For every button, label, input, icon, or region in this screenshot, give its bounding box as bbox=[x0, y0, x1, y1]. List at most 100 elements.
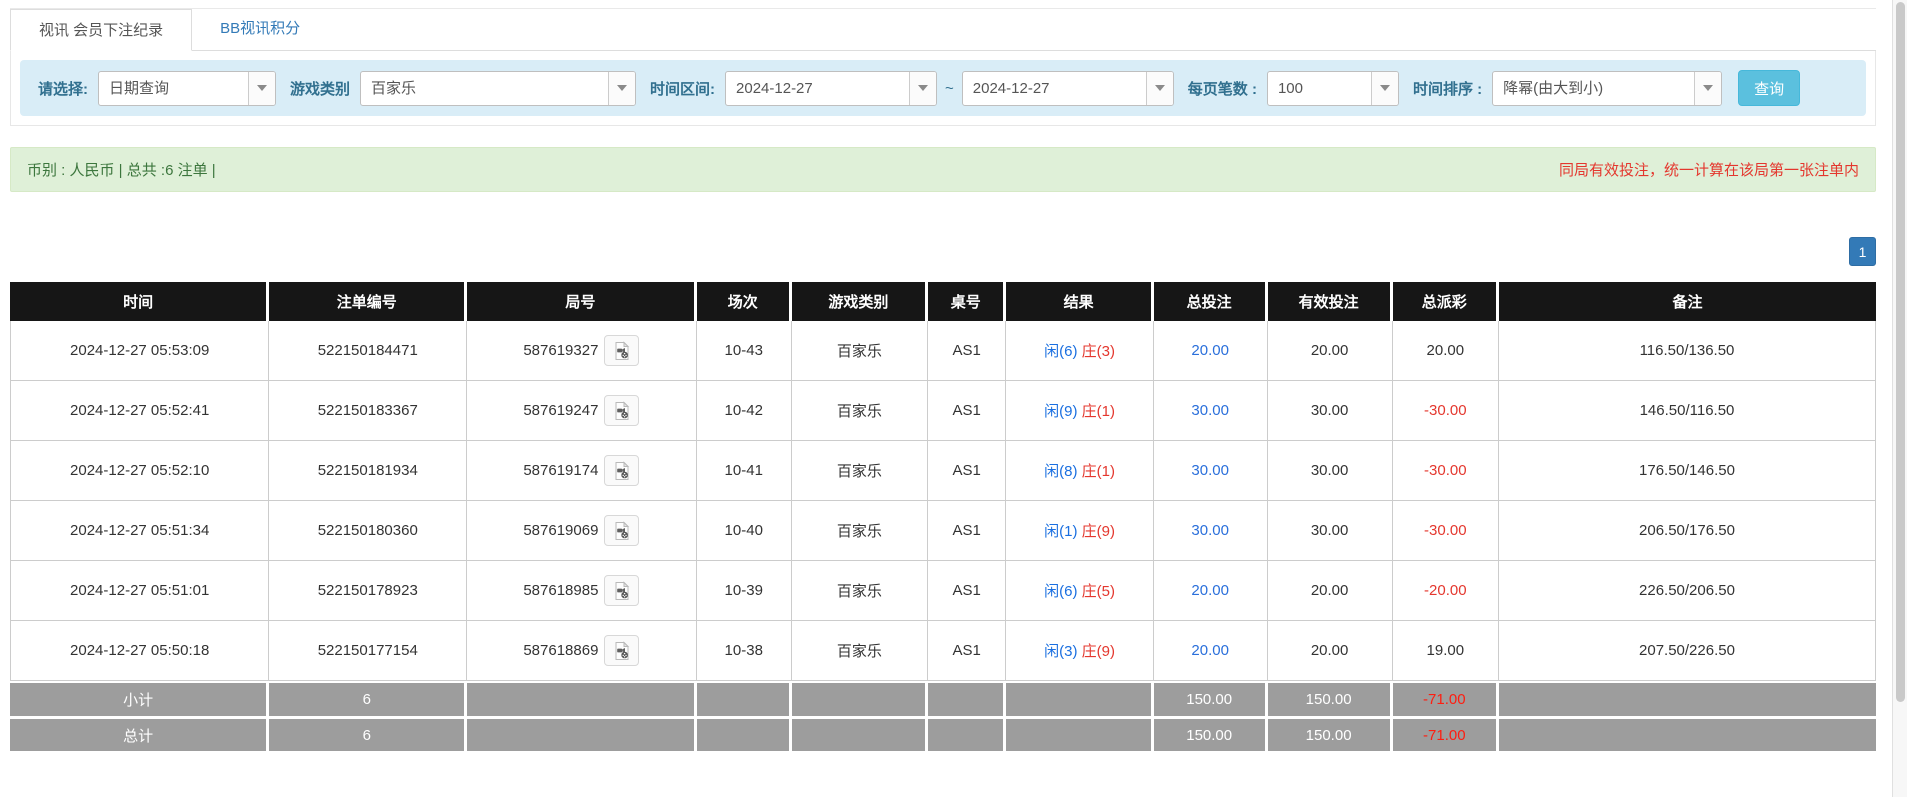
total-payout: -71.00 bbox=[1393, 716, 1499, 751]
chevron-down-icon[interactable] bbox=[909, 72, 936, 105]
cell-table-no: AS1 bbox=[928, 321, 1006, 381]
result-player: 闲(9) bbox=[1044, 403, 1077, 420]
page-size-select[interactable]: 100 bbox=[1267, 71, 1399, 106]
col-result: 结果 bbox=[1006, 282, 1153, 321]
total-valid-bet: 150.00 bbox=[1268, 716, 1393, 751]
cell-total-bet: 30.00 bbox=[1154, 441, 1268, 501]
total-count: 6 bbox=[269, 716, 467, 751]
scrollbar-thumb[interactable] bbox=[1896, 2, 1905, 702]
cell-note: 206.50/176.50 bbox=[1499, 501, 1876, 561]
video-replay-button[interactable] bbox=[604, 635, 639, 666]
result-banker: 庄(3) bbox=[1082, 343, 1115, 360]
video-replay-button[interactable] bbox=[604, 335, 639, 366]
cell-game-type: 百家乐 bbox=[792, 381, 928, 441]
date-to-value: 2024-12-27 bbox=[963, 72, 1146, 105]
cell-total-bet: 30.00 bbox=[1154, 381, 1268, 441]
cell-valid-bet: 20.00 bbox=[1268, 321, 1393, 381]
video-file-icon bbox=[612, 581, 632, 601]
cell-result: 闲(9) 庄(1) bbox=[1006, 381, 1153, 441]
page-size-label: 每页笔数 : bbox=[1188, 78, 1257, 99]
time-range-label: 时间区间: bbox=[650, 78, 715, 99]
result-player: 闲(8) bbox=[1044, 463, 1077, 480]
cell-valid-bet: 30.00 bbox=[1268, 501, 1393, 561]
tab-bb-video-points[interactable]: BB视讯积分 bbox=[192, 8, 328, 50]
cell-total-bet: 20.00 bbox=[1154, 561, 1268, 621]
time-sort-select[interactable]: 降幂(由大到小) bbox=[1492, 71, 1722, 106]
cell-session: 10-43 bbox=[697, 321, 792, 381]
vertical-scrollbar[interactable] bbox=[1892, 0, 1907, 797]
cell-session: 10-38 bbox=[697, 621, 792, 681]
total-bet-link[interactable]: 20.00 bbox=[1191, 642, 1229, 659]
date-from-picker[interactable]: 2024-12-27 bbox=[725, 71, 937, 106]
chevron-down-icon[interactable] bbox=[1146, 72, 1173, 105]
table-summary: 小计 6 150.00 150.00 -71.00 总计 6 150.00 15… bbox=[10, 681, 1876, 751]
result-player: 闲(3) bbox=[1044, 643, 1077, 660]
total-bet-link[interactable]: 30.00 bbox=[1191, 402, 1229, 419]
total-label: 总计 bbox=[10, 716, 269, 751]
cell-valid-bet: 30.00 bbox=[1268, 381, 1393, 441]
cell-round-id: 587618869 bbox=[467, 621, 697, 681]
subtotal-count: 6 bbox=[269, 681, 467, 716]
video-file-icon bbox=[612, 641, 632, 661]
cell-bet-id: 522150183367 bbox=[269, 381, 467, 441]
cell-round-id: 587619327 bbox=[467, 321, 697, 381]
cell-time: 2024-12-27 05:50:18 bbox=[10, 621, 269, 681]
video-replay-button[interactable] bbox=[604, 395, 639, 426]
total-bet-link[interactable]: 20.00 bbox=[1191, 342, 1229, 359]
game-type-select[interactable]: 百家乐 bbox=[360, 71, 636, 106]
cell-time: 2024-12-27 05:52:10 bbox=[10, 441, 269, 501]
query-button[interactable]: 查询 bbox=[1738, 70, 1800, 106]
cell-game-type: 百家乐 bbox=[792, 501, 928, 561]
cell-session: 10-41 bbox=[697, 441, 792, 501]
total-bet-link[interactable]: 20.00 bbox=[1191, 582, 1229, 599]
cell-payout: -30.00 bbox=[1393, 441, 1499, 501]
cell-time: 2024-12-27 05:52:41 bbox=[10, 381, 269, 441]
total-bet-link[interactable]: 30.00 bbox=[1191, 522, 1229, 539]
tab-bar: 视讯 会员下注纪录 BB视讯积分 bbox=[10, 8, 1876, 51]
round-id-text: 587619327 bbox=[523, 342, 598, 359]
video-file-icon bbox=[612, 341, 632, 361]
chevron-down-icon[interactable] bbox=[1371, 72, 1398, 105]
subtotal-total-bet: 150.00 bbox=[1154, 681, 1268, 716]
chevron-down-icon[interactable] bbox=[1694, 72, 1721, 105]
date-to-picker[interactable]: 2024-12-27 bbox=[962, 71, 1174, 106]
tab-video-bet-records[interactable]: 视讯 会员下注纪录 bbox=[10, 9, 192, 51]
chevron-down-icon[interactable] bbox=[608, 72, 635, 105]
page-1-button[interactable]: 1 bbox=[1849, 237, 1876, 266]
cell-table-no: AS1 bbox=[928, 561, 1006, 621]
cell-total-bet: 20.00 bbox=[1154, 321, 1268, 381]
cell-total-bet: 30.00 bbox=[1154, 501, 1268, 561]
col-table-no: 桌号 bbox=[928, 282, 1006, 321]
chevron-down-icon[interactable] bbox=[248, 72, 275, 105]
cell-note: 146.50/116.50 bbox=[1499, 381, 1876, 441]
total-bet-link[interactable]: 30.00 bbox=[1191, 462, 1229, 479]
page-size-value: 100 bbox=[1268, 72, 1371, 105]
result-banker: 庄(5) bbox=[1082, 583, 1115, 600]
col-valid-bet: 有效投注 bbox=[1268, 282, 1393, 321]
total-total-bet: 150.00 bbox=[1154, 716, 1268, 751]
cell-time: 2024-12-27 05:51:34 bbox=[10, 501, 269, 561]
result-player: 闲(6) bbox=[1044, 583, 1077, 600]
video-replay-button[interactable] bbox=[604, 575, 639, 606]
subtotal-row: 小计 6 150.00 150.00 -71.00 bbox=[10, 681, 1876, 716]
cell-result: 闲(3) 庄(9) bbox=[1006, 621, 1153, 681]
table-row: 2024-12-27 05:51:01 522150178923 5876189… bbox=[10, 561, 1876, 621]
same-round-note-text: 同局有效投注，统一计算在该局第一张注单内 bbox=[1559, 159, 1859, 180]
game-type-value: 百家乐 bbox=[361, 72, 608, 105]
col-session: 场次 bbox=[697, 282, 792, 321]
result-banker: 庄(9) bbox=[1082, 523, 1115, 540]
cell-bet-id: 522150181934 bbox=[269, 441, 467, 501]
col-game-type: 游戏类别 bbox=[792, 282, 928, 321]
result-banker: 庄(9) bbox=[1082, 643, 1115, 660]
query-type-select[interactable]: 日期查询 bbox=[98, 71, 276, 106]
cell-bet-id: 522150178923 bbox=[269, 561, 467, 621]
video-replay-button[interactable] bbox=[604, 515, 639, 546]
query-type-label: 请选择: bbox=[38, 78, 88, 99]
video-replay-button[interactable] bbox=[604, 455, 639, 486]
subtotal-label: 小计 bbox=[10, 681, 269, 716]
cell-note: 116.50/136.50 bbox=[1499, 321, 1876, 381]
tilde-separator: ~ bbox=[945, 80, 954, 97]
cell-result: 闲(8) 庄(1) bbox=[1006, 441, 1153, 501]
table-row: 2024-12-27 05:51:34 522150180360 5876190… bbox=[10, 501, 1876, 561]
video-file-icon bbox=[612, 521, 632, 541]
